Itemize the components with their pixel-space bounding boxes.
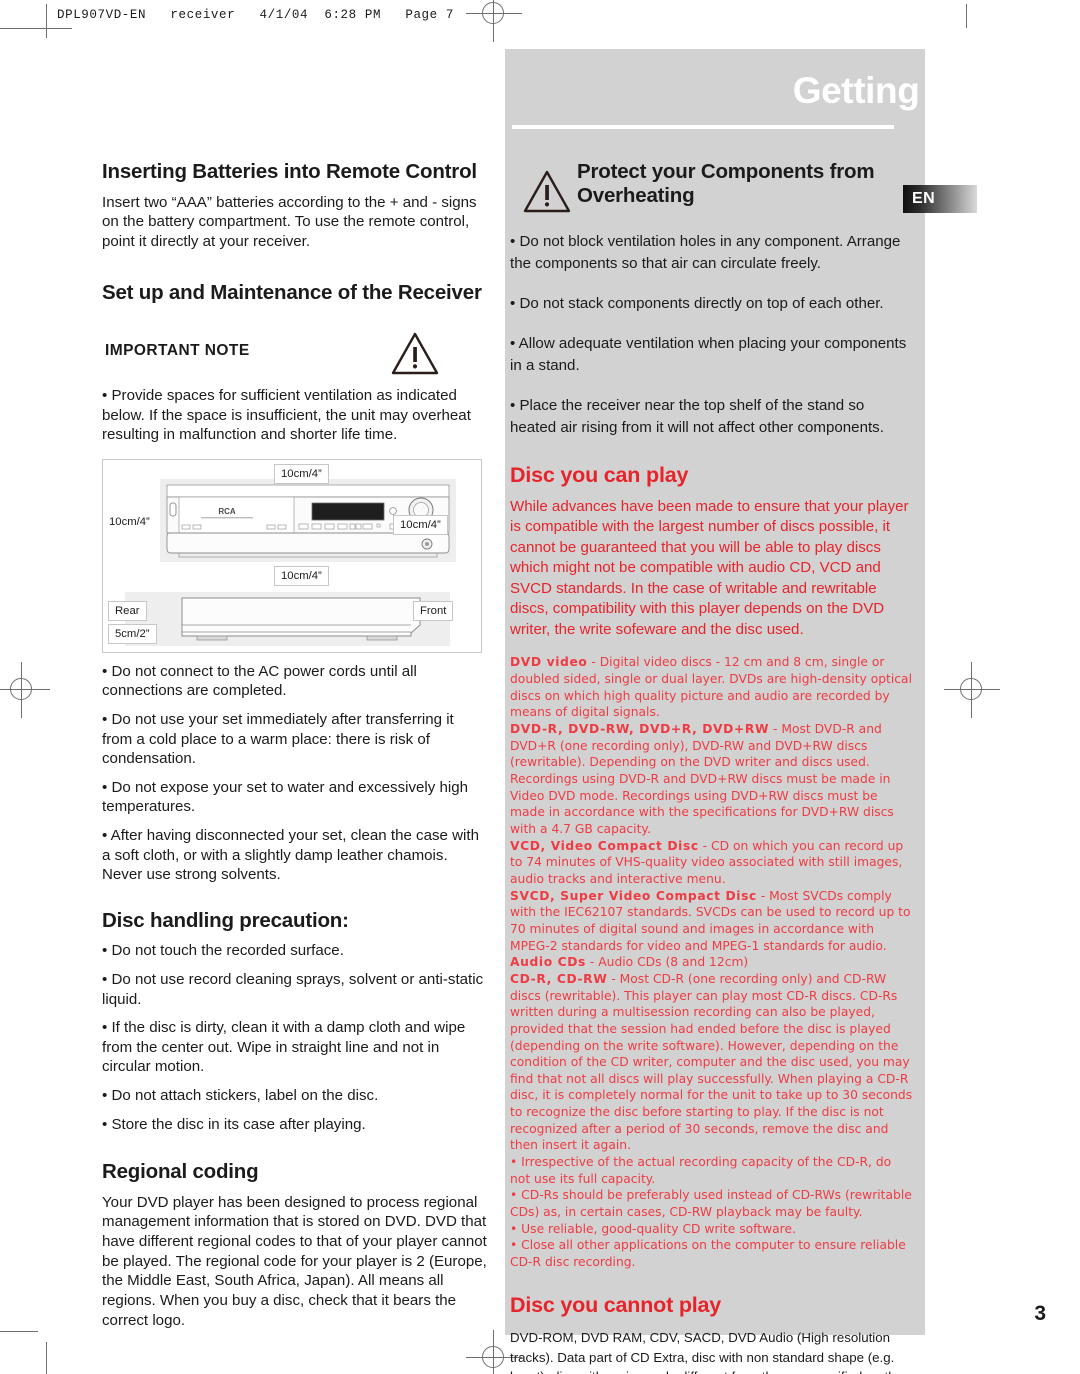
overheating-bullet-1: • Do not stack components directly on to… <box>510 294 884 312</box>
overheating-bullet-3: • Place the receiver near the top shelf … <box>510 397 884 436</box>
text-disc-cannot-play: DVD-ROM, DVD RAM, CDV, SACD, DVD Audio (… <box>510 1330 903 1374</box>
heading-regional-coding: Regional coding <box>102 1160 259 1184</box>
disc-handling-bullet-4: • Store the disc in its case after playi… <box>102 1115 366 1133</box>
disc-handling-bullet-3: • Do not attach stickers, label on the d… <box>102 1087 379 1105</box>
crop-mark-bottom-left-h <box>0 1331 38 1332</box>
setup-bullet-2: • Do not expose your set to water and ex… <box>102 778 469 816</box>
setup-bullet-0: • Do not connect to the AC power cords u… <box>102 662 417 700</box>
disc-handling-bullet-0: • Do not touch the recorded surface. <box>102 942 344 960</box>
disc-spec-text: - Most CD-R (one recording only) and CD-… <box>510 971 913 1153</box>
heading-overheating-line1: Protect your Components from <box>577 160 875 183</box>
disc-spec-vcd: VCD, Video Compact Disc - CD on which yo… <box>510 838 914 888</box>
disc-spec-svcd: SVCD, Super Video Compact Disc - Most SV… <box>510 888 914 955</box>
crop-mark-top-left-h <box>0 28 72 29</box>
disc-spec-dvd-video: DVD video - Digital video discs - 12 cm … <box>510 654 914 721</box>
page-title: Getting Started <box>792 70 1055 111</box>
disc-handling-bullet-2: • If the disc is dirty, clean it with a … <box>102 1019 466 1076</box>
warning-triangle-icon <box>390 331 440 376</box>
disc-spec-audio-cds: Audio CDs - Audio CDs (8 and 12cm) <box>510 954 914 971</box>
heading-setup-maintenance: Set up and Maintenance of the Receiver <box>102 281 482 305</box>
disc-extra-bullet-2: • Use reliable, good-quality CD write so… <box>510 1221 796 1236</box>
disc-spec-term: Audio CDs <box>510 955 586 970</box>
text-regional-coding: Your DVD player has been designed to pro… <box>102 1193 487 1329</box>
text-inserting-batteries: Insert two “AAA” batteries according to … <box>102 193 477 250</box>
dim-label-top: 10cm/4” <box>274 463 329 484</box>
receiver-clearance-diagram: RCA 10cm/4” 10cm/4” 10cm/4” 10cm/4” Rear… <box>102 458 482 653</box>
setup-bullet-3: • After having disconnected your set, cl… <box>102 827 479 884</box>
page-title-underline <box>512 125 894 129</box>
important-note-label: IMPORTANT NOTE <box>105 341 250 359</box>
crop-mark-bottom-left-v <box>46 1342 47 1374</box>
disc-spec-text: - Audio CDs (8 and 12cm) <box>585 955 749 970</box>
disc-extra-bullet-0: • Irrespective of the actual recording c… <box>510 1155 892 1186</box>
dim-label-rear: Rear <box>108 600 147 621</box>
crop-mark-top-right-edge <box>966 4 967 28</box>
dim-label-left: 10cm/4” <box>104 514 155 529</box>
overheating-heading-row: Protect your Components from Overheating <box>510 160 914 213</box>
disc-extra-bullet-3: • Close all other applications on the co… <box>510 1238 906 1270</box>
overheating-bullet-0: • Do not block ventilation holes in any … <box>510 233 901 272</box>
registration-mark-right <box>944 662 1000 718</box>
overheating-bullet-2: • Allow adequate ventilation when placin… <box>510 335 907 374</box>
disc-spec-cd-r-rw: CD-R, CD-RW - Most CD-R (one recording o… <box>510 971 914 1154</box>
heading-disc-handling: Disc handling precaution: <box>102 908 349 932</box>
right-column: Protect your Components from Overheating… <box>510 160 914 1374</box>
disc-extra-bullet-1: • CD-Rs should be preferably used instea… <box>510 1188 912 1220</box>
registration-mark-left <box>0 662 50 718</box>
disc-handling-bullet-1: • Do not use record cleaning sprays, sol… <box>102 971 484 1008</box>
disc-spec-term: SVCD, Super Video Compact Disc <box>510 888 757 903</box>
svg-text:RCA: RCA <box>218 507 236 516</box>
disc-spec-term: CD-R, CD-RW <box>510 971 608 986</box>
important-note-row: IMPORTANT NOTE <box>102 331 488 377</box>
print-slug: DPL907VD-EN receiver 4/1/04 6:28 PM Page… <box>57 8 454 22</box>
dim-label-front: Front <box>413 600 454 621</box>
receiver-side-illustration <box>181 597 421 641</box>
disc-spec-dvd-r-rw: DVD-R, DVD-RW, DVD+R, DVD+RW - Most DVD-… <box>510 721 914 838</box>
language-badge: EN <box>903 185 977 213</box>
left-column: Inserting Batteries into Remote Control … <box>102 160 488 1330</box>
heading-disc-you-can-play: Disc you can play <box>510 463 689 488</box>
heading-overheating-line2: Overheating <box>577 183 695 207</box>
slug-rule <box>46 4 47 38</box>
document-page: DPL907VD-EN receiver 4/1/04 6:28 PM Page… <box>0 0 1080 1374</box>
dim-label-middle: 10cm/4” <box>274 565 329 586</box>
disc-spec-text: - Most DVD-R and DVD+R (one recording on… <box>510 722 894 836</box>
heading-inserting-batteries: Inserting Batteries into Remote Control <box>102 160 477 183</box>
language-badge-label: EN <box>912 190 936 207</box>
disc-spec-term: DVD-R, DVD-RW, DVD+R, DVD+RW <box>510 722 770 737</box>
text-important-note: • Provide spaces for sufficient ventilat… <box>102 386 471 444</box>
heading-disc-you-cannot-play: Disc you cannot play <box>510 1292 722 1317</box>
registration-mark-top-right <box>466 0 522 42</box>
disc-spec-list: DVD video - Digital video discs - 12 cm … <box>510 654 914 1270</box>
disc-spec-term: VCD, Video Compact Disc <box>510 838 699 853</box>
dim-label-bottom: 5cm/2” <box>108 623 157 644</box>
warning-triangle-icon <box>522 169 572 214</box>
page-number: 3 <box>1034 1302 1046 1325</box>
setup-bullet-1: • Do not use your set immediately after … <box>102 711 454 768</box>
dim-label-right: 10cm/4” <box>393 514 448 535</box>
text-disc-can-play-intro: While advances have been made to ensure … <box>510 497 909 638</box>
disc-spec-term: DVD video <box>510 655 588 670</box>
